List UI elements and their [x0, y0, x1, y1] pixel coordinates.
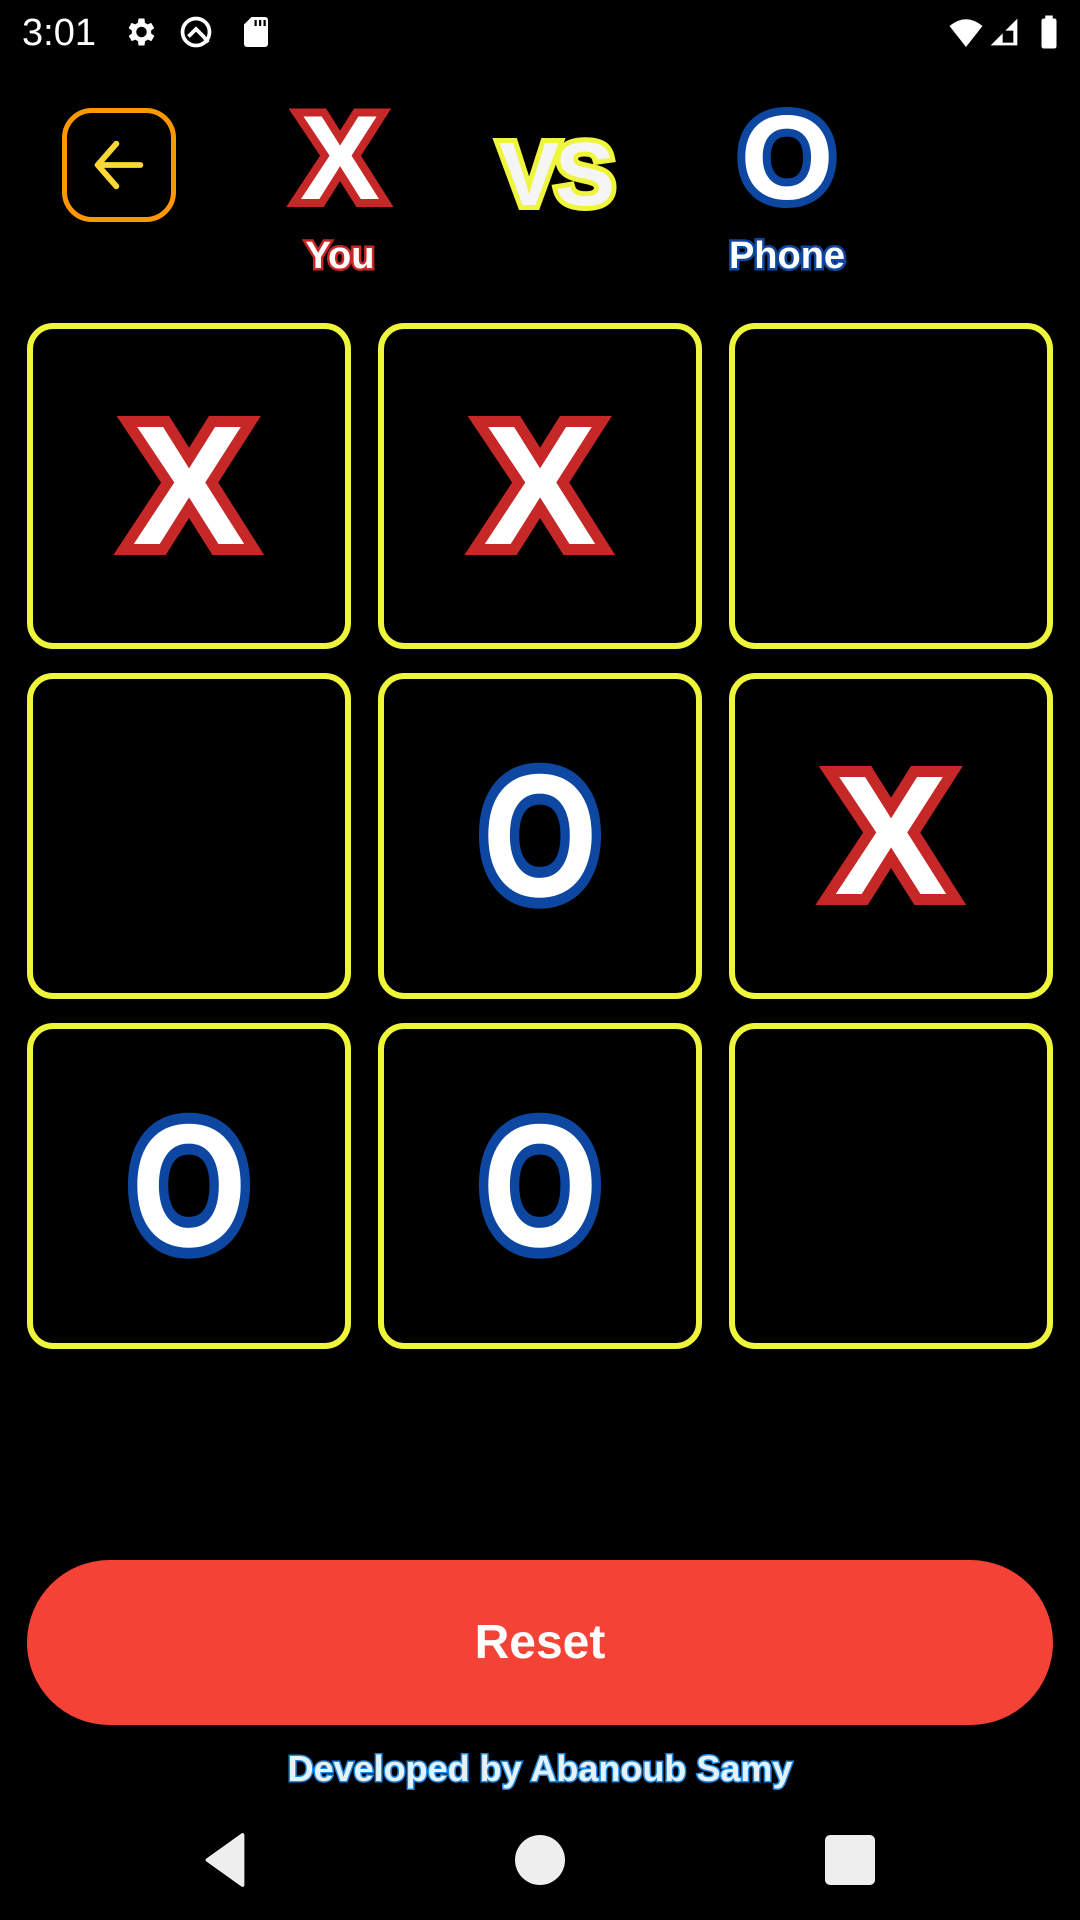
player-label: You	[303, 233, 377, 280]
arrow-left-icon	[94, 140, 144, 190]
board-cell-0-1[interactable]: X	[378, 323, 702, 649]
home-nav-icon[interactable]	[510, 1830, 570, 1890]
x-mark: X	[472, 390, 607, 582]
battery-icon	[1041, 15, 1057, 49]
q-icon	[180, 16, 212, 48]
board-cell-1-2[interactable]: X	[729, 673, 1053, 999]
signal-icon	[990, 18, 1018, 46]
x-mark: X	[823, 740, 958, 932]
board-cell-0-2[interactable]	[729, 323, 1053, 649]
back-button[interactable]	[62, 108, 176, 222]
status-bar: 3:01	[0, 0, 1080, 70]
board-cell-1-1[interactable]: O	[378, 673, 702, 999]
reset-button[interactable]: Reset	[27, 1560, 1053, 1725]
sd-card-icon	[244, 17, 268, 47]
wifi-icon	[949, 19, 983, 47]
board-cell-0-0[interactable]: X	[27, 323, 351, 649]
back-nav-icon[interactable]	[195, 1830, 255, 1890]
board-cell-2-0[interactable]: O	[27, 1023, 351, 1349]
opponent-label: Phone	[726, 233, 847, 280]
gear-icon	[128, 18, 155, 46]
o-mark: O	[122, 1088, 256, 1285]
player-mark: X	[292, 83, 388, 233]
game-header: X VS O You Phone	[0, 70, 1080, 290]
board-cell-1-0[interactable]	[27, 673, 351, 999]
o-mark: O	[473, 738, 607, 935]
status-time: 3:01	[22, 12, 96, 54]
board-cell-2-1[interactable]: O	[378, 1023, 702, 1349]
x-mark: X	[121, 390, 256, 582]
game-board: XXOXOO	[27, 323, 1053, 1350]
opponent-mark: O	[732, 83, 841, 233]
vs-label: VS	[494, 120, 620, 230]
navigation-bar	[0, 1800, 1080, 1920]
developer-credit: Developed by Abanoub Samy	[286, 1747, 794, 1791]
recents-nav-icon[interactable]	[820, 1830, 880, 1890]
o-mark: O	[473, 1088, 607, 1285]
board-cell-2-2[interactable]	[729, 1023, 1053, 1349]
